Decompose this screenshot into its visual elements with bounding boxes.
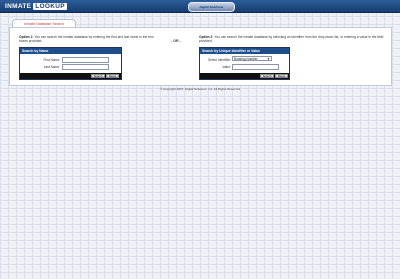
first-name-label: First Name: xyxy=(43,58,60,62)
value-label: Value: xyxy=(222,65,231,69)
search-panel: Option 1: You can search the inmate data… xyxy=(9,27,392,86)
first-name-input[interactable] xyxy=(62,57,109,63)
option2-description: Option 2: You can search the inmate data… xyxy=(199,35,384,43)
chevron-down-icon: ▼ xyxy=(267,57,270,61)
name-search-button-bar: Search Reset xyxy=(20,73,121,79)
tab-row: Inmate Database Search xyxy=(0,13,400,28)
last-name-label: Last Name: xyxy=(43,65,60,69)
last-name-input[interactable] xyxy=(62,64,109,70)
option1-description: Option 1: You can search the inmate data… xyxy=(19,35,154,43)
identifier-selected-value: Booking Number xyxy=(234,57,258,61)
top-header-bar: INMATE LOOKUP Digital Solutions xyxy=(0,0,400,13)
search-by-name-title: Search by Name xyxy=(20,48,121,54)
copyright-footer: © Copyright 2007, Digital Solutions, Inc… xyxy=(159,87,241,91)
inmate-lookup-logo[interactable]: INMATE LOOKUP xyxy=(4,2,67,10)
search-by-name-box: Search by Name First Name: Last Name: Se… xyxy=(19,47,122,80)
search-by-identifier-box: Search by Unique Identifier or Value Sel… xyxy=(199,47,290,80)
or-separator: - OR - xyxy=(171,39,181,43)
value-input[interactable] xyxy=(232,64,279,70)
identifier-search-button[interactable]: Search xyxy=(260,74,274,78)
option1-text: You can search the inmate database by en… xyxy=(19,35,154,43)
option2-text: You can search the inmate database by se… xyxy=(199,35,384,43)
select-identifier-label: Select Identifier: xyxy=(208,58,231,62)
search-by-identifier-title: Search by Unique Identifier or Value xyxy=(200,48,289,54)
name-search-button[interactable]: Search xyxy=(91,74,105,78)
identifier-search-button-bar: Search Reset xyxy=(200,73,289,79)
name-reset-button[interactable]: Reset xyxy=(106,74,119,78)
logo-part-inmate: INMATE xyxy=(5,2,32,10)
brand-badge: Digital Solutions xyxy=(188,2,235,12)
identifier-reset-button[interactable]: Reset xyxy=(275,74,288,78)
logo-part-lookup: LOOKUP xyxy=(33,2,67,10)
identifier-select[interactable]: Booking Number ▼ xyxy=(232,56,272,61)
